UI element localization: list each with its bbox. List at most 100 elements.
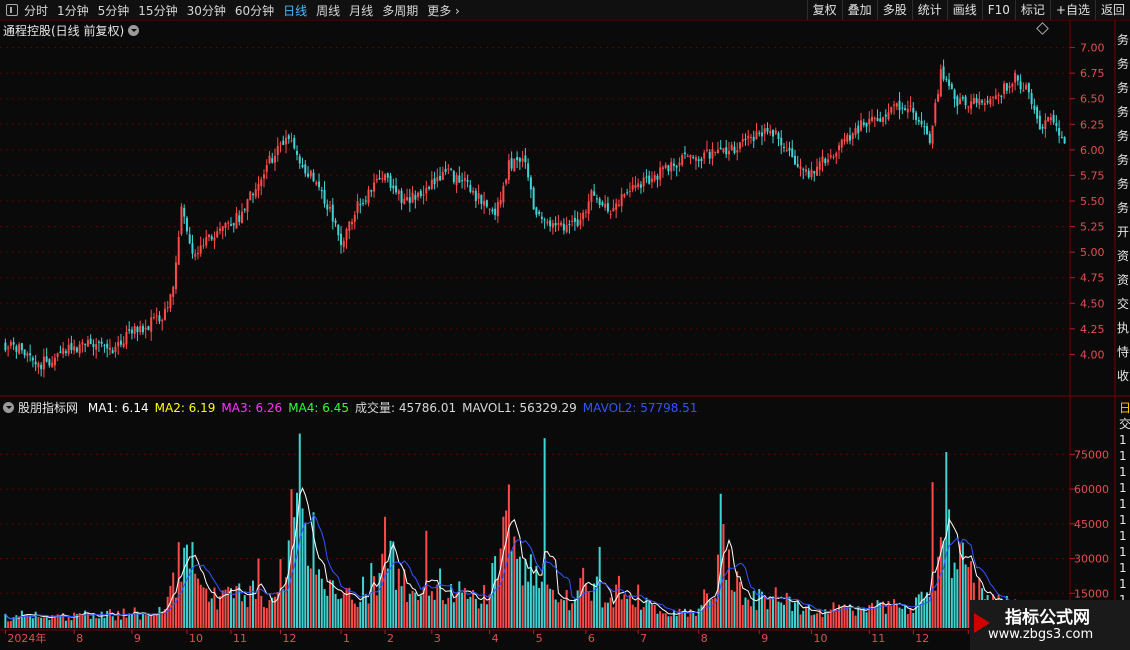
volume-bar (518, 556, 521, 628)
volume-sidebar-glyph: 日 (1119, 401, 1130, 415)
period-tab-3[interactable]: 15分钟 (138, 2, 177, 19)
volume-bar (937, 556, 940, 628)
period-tab-5[interactable]: 60分钟 (235, 2, 274, 19)
title-dropdown-icon[interactable] (128, 25, 140, 36)
period-tab-8[interactable]: 月线 (349, 2, 373, 19)
candle-body (180, 206, 183, 235)
toolbar-button-0[interactable]: 复权 (806, 0, 842, 20)
volume-bar (950, 578, 953, 628)
candle-body (939, 69, 942, 97)
candle-body (62, 348, 65, 355)
toolbar-button-2[interactable]: 多股 (876, 0, 912, 20)
volume-bar (23, 615, 26, 628)
diamond-icon[interactable] (1036, 22, 1049, 35)
volume-bar (293, 517, 296, 628)
kline-chart[interactable]: 7.00 6.75 6.50 6.25 6.00 5.75 5.50 5.25 5.00 4.75… (0, 0, 1130, 650)
period-tab-10[interactable]: 更多 (427, 2, 460, 19)
candle-body (873, 117, 876, 119)
candle-body (667, 165, 670, 172)
volume-bar (565, 589, 568, 628)
period-tab-0[interactable]: 分时 (24, 2, 48, 19)
volume-bar (785, 592, 788, 628)
indicator-name[interactable]: 股朋指标网 (18, 401, 78, 415)
xaxis-label: 3 (434, 632, 441, 645)
candle-body (670, 161, 673, 172)
candle-body (862, 122, 865, 126)
period-tab-6[interactable]: 日线 (283, 2, 307, 19)
toolbar-button-3[interactable]: 统计 (911, 0, 947, 20)
price-tick-label: 5.75 (1080, 169, 1105, 182)
candle-body (422, 194, 425, 196)
period-tabs: 分时 1分钟 5分钟 15分钟 30分钟 60分钟 日线 周线 月线 多周期 更多 (24, 2, 469, 19)
volume-bar (661, 613, 664, 628)
toolbar-button-7[interactable]: +自选 (1049, 0, 1095, 20)
panel-toggle-icon[interactable] (6, 4, 18, 16)
candle-body (1055, 122, 1058, 126)
candle-body (593, 191, 596, 196)
candle-body (48, 359, 51, 366)
volume-bar (774, 587, 777, 628)
period-tab-7[interactable]: 周线 (316, 2, 340, 19)
volume-bar (86, 612, 89, 628)
stock-title[interactable]: 通程控股(日线 前复权) (3, 22, 140, 39)
volume-bar (736, 571, 739, 628)
candle-body (890, 107, 893, 113)
volume-bar (216, 609, 219, 628)
volume-bar (26, 614, 29, 628)
volume-bar (595, 576, 598, 628)
candle-body (516, 157, 519, 161)
toolbar-button-6[interactable]: 标记 (1014, 0, 1050, 20)
candle-body (196, 253, 199, 255)
candle-body (906, 108, 909, 113)
candle-body (447, 168, 450, 170)
price-tick-label: 6.75 (1080, 67, 1105, 80)
volume-bar (375, 595, 378, 628)
toolbar-button-1[interactable]: 叠加 (841, 0, 877, 20)
indicator-dropdown-icon[interactable] (3, 402, 14, 413)
candle-body (1003, 83, 1006, 94)
candle-body (675, 165, 678, 168)
price-sidebar-glyph: 务 (1117, 104, 1129, 119)
volume-bar (279, 559, 282, 628)
toolbar-button-8[interactable]: 返回 (1094, 0, 1130, 20)
volume-bar (353, 603, 356, 628)
period-tab-9[interactable]: 多周期 (382, 2, 418, 19)
volume-tick-label: 75000 (1074, 448, 1109, 461)
candle-body (472, 190, 475, 193)
candle-body (560, 222, 563, 226)
candle-body (857, 125, 860, 134)
volume-bar (53, 615, 56, 628)
volume-bar (444, 604, 447, 628)
period-tab-4[interactable]: 30分钟 (187, 2, 226, 19)
candle-body (271, 158, 274, 163)
candle-body (697, 159, 700, 162)
candle-body (818, 161, 821, 170)
candle-body (1052, 114, 1055, 123)
volume-bar (307, 565, 310, 628)
toolbar-button-5[interactable]: F10 (981, 0, 1015, 20)
candle-body (730, 144, 733, 150)
volume-bar (771, 596, 774, 628)
volume-bar (708, 600, 711, 628)
indicator-value-6: MAVOL2: 57798.51 (582, 401, 698, 415)
xaxis-label: 10 (814, 632, 828, 645)
volume-bar (254, 598, 257, 628)
candle-body (986, 100, 989, 103)
volume-bar (29, 615, 32, 628)
toolbar-button-4[interactable]: 画线 (946, 0, 982, 20)
volume-bar (805, 607, 808, 628)
candle-body (417, 192, 420, 198)
volume-bar (452, 602, 455, 628)
candle-body (711, 149, 714, 159)
volume-bar (549, 588, 552, 628)
candle-body (323, 189, 326, 204)
candle-body (194, 253, 197, 257)
volume-bar (337, 599, 340, 628)
period-tab-2[interactable]: 5分钟 (98, 2, 130, 19)
period-tab-1[interactable]: 1分钟 (57, 2, 89, 19)
candle-body (425, 187, 428, 194)
candle-body (917, 119, 920, 122)
volume-bar (560, 598, 563, 628)
candle-body (477, 193, 480, 199)
candle-body (169, 294, 172, 309)
